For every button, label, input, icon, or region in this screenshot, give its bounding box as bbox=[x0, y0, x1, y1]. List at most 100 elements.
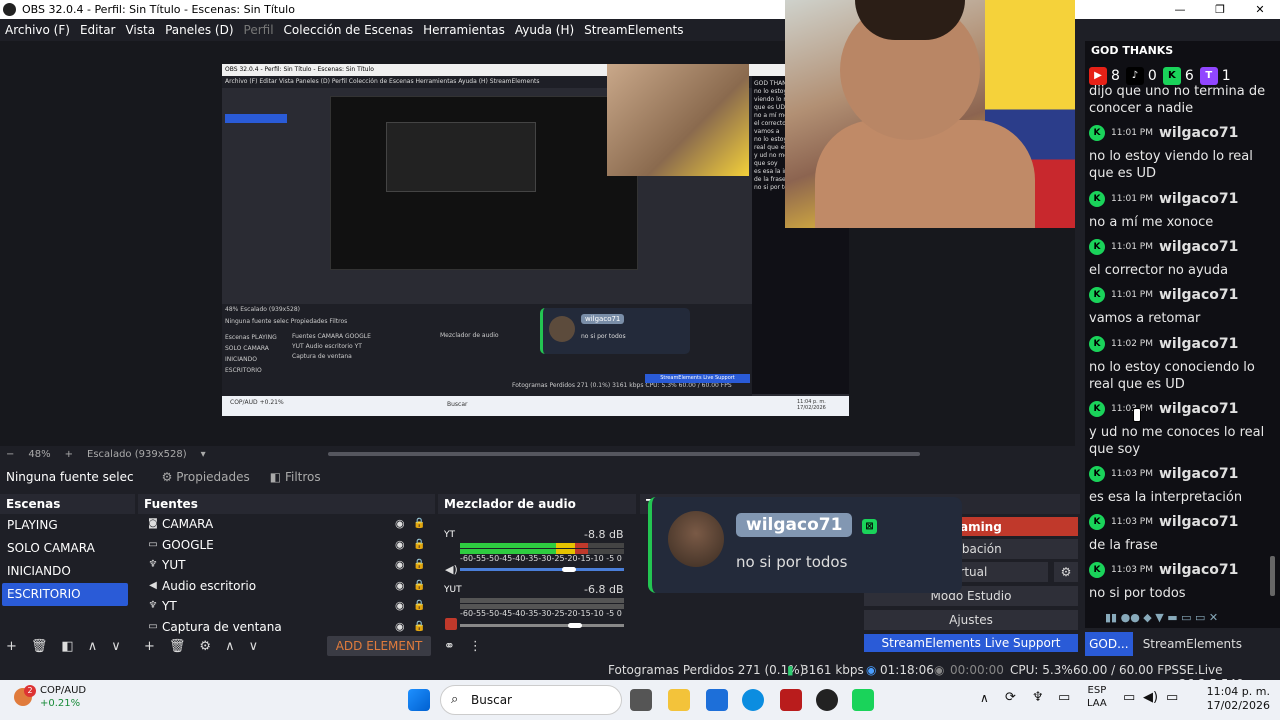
battery-icon[interactable]: ▭ bbox=[1166, 690, 1178, 705]
source-captura-ventana[interactable]: ▭ Captura de ventana ◉ 🔒 bbox=[138, 617, 435, 635]
chevron-up-icon[interactable]: ∧ bbox=[980, 691, 989, 705]
taskbar-search[interactable]: ⌕ Buscar bbox=[440, 685, 622, 715]
move-up-icon[interactable]: ∧ bbox=[225, 639, 235, 654]
source-google[interactable]: ▭ GOOGLE ◉ 🔒 bbox=[138, 535, 435, 556]
language-indicator[interactable]: ESP LAA bbox=[1087, 684, 1107, 710]
scale-dropdown[interactable]: Escalado (939x528) bbox=[87, 449, 187, 460]
menu-tools[interactable]: Herramientas bbox=[423, 23, 505, 37]
stock-widget[interactable]: 2 COP/AUD +0.21% bbox=[14, 684, 86, 710]
network-icon[interactable]: ▭ bbox=[1123, 690, 1135, 705]
move-down-icon[interactable]: ∨ bbox=[249, 639, 259, 654]
source-camara[interactable]: ◙ CAMARA ◉ 🔒 bbox=[138, 514, 435, 535]
chat-user[interactable]: wilgaco71 bbox=[1159, 191, 1238, 207]
source-yt[interactable]: ♆ YT ◉ 🔒 bbox=[138, 596, 435, 617]
zoom-in-button[interactable]: + bbox=[65, 449, 73, 460]
move-up-icon[interactable]: ∧ bbox=[88, 639, 98, 654]
chat-user[interactable]: wilgaco71 bbox=[1159, 287, 1238, 303]
source-audio-escritorio[interactable]: ◀ Audio escritorio ◉ 🔒 bbox=[138, 576, 435, 597]
add-source-button[interactable]: + bbox=[144, 639, 155, 654]
windows-start-icon[interactable] bbox=[408, 689, 430, 711]
minimize-button[interactable]: — bbox=[1160, 3, 1200, 16]
lock-icon[interactable]: 🔒 bbox=[413, 576, 435, 597]
menu-view[interactable]: Vista bbox=[125, 23, 155, 37]
volume-knob-yt[interactable] bbox=[562, 567, 576, 572]
eye-icon[interactable]: ◉ bbox=[395, 596, 413, 617]
volume-knob-yut[interactable] bbox=[568, 623, 582, 628]
scene-filter-icon[interactable]: ◧ bbox=[61, 639, 73, 654]
settings-button[interactable]: Ajustes bbox=[864, 610, 1078, 630]
chat-emote-bar[interactable]: ▮▮ ●● ◆ ▼ ▬ ▭ ▭ ✕ bbox=[1105, 611, 1275, 625]
chat-user[interactable]: wilgaco71 bbox=[1159, 401, 1238, 417]
move-down-icon[interactable]: ∨ bbox=[111, 639, 121, 654]
chat-user[interactable]: wilgaco71 bbox=[1159, 466, 1238, 482]
mic-icon[interactable]: ♆ bbox=[1032, 690, 1044, 705]
chat-time: 11:02 PM bbox=[1111, 339, 1153, 349]
chat-user[interactable]: wilgaco71 bbox=[1159, 125, 1238, 141]
clock[interactable]: 11:04 p. m. 17/02/2026 bbox=[1190, 685, 1270, 713]
lock-icon[interactable]: 🔒 bbox=[413, 596, 435, 617]
lock-icon[interactable]: 🔒 bbox=[413, 555, 435, 576]
gear-icon[interactable]: ⚙ bbox=[1054, 562, 1078, 582]
lock-icon[interactable]: 🔒 bbox=[413, 514, 435, 535]
chat-scrollbar[interactable] bbox=[1270, 556, 1275, 596]
menu-streamelements[interactable]: StreamElements bbox=[584, 23, 683, 37]
live-support-button[interactable]: StreamElements Live Support bbox=[864, 634, 1078, 652]
add-scene-button[interactable]: + bbox=[6, 639, 17, 654]
volume-icon[interactable]: ◀) bbox=[1143, 690, 1158, 705]
close-button[interactable]: ✕ bbox=[1240, 3, 1280, 16]
store-icon[interactable] bbox=[706, 689, 728, 711]
scene-iniciando[interactable]: INICIANDO bbox=[0, 560, 135, 583]
add-element-button[interactable]: ADD ELEMENT bbox=[327, 636, 431, 656]
tab-streamelements-multi[interactable]: StreamElements Multi... bbox=[1133, 632, 1280, 675]
eye-icon[interactable]: ◉ bbox=[395, 555, 413, 576]
lock-icon[interactable]: 🔒 bbox=[413, 617, 435, 635]
mute-icon[interactable] bbox=[445, 618, 457, 630]
menu-edit[interactable]: Editar bbox=[80, 23, 116, 37]
chat-user[interactable]: wilgaco71 bbox=[1159, 562, 1238, 578]
eye-icon[interactable]: ◉ bbox=[395, 617, 413, 635]
maximize-button[interactable]: ❐ bbox=[1200, 3, 1240, 16]
eye-icon[interactable]: ◉ bbox=[395, 514, 413, 535]
streamelements-taskbar-icon[interactable] bbox=[852, 689, 874, 711]
preview-scrollbar[interactable] bbox=[328, 452, 920, 456]
chat-user[interactable]: wilgaco71 bbox=[1159, 514, 1238, 530]
menu-file[interactable]: Archivo (F) bbox=[5, 23, 70, 37]
gear-icon: ⚙ bbox=[161, 470, 173, 484]
app-icon[interactable] bbox=[780, 689, 802, 711]
chat-time: 11:03 PM bbox=[1111, 404, 1153, 414]
trash-icon[interactable]: 🗑 bbox=[169, 639, 186, 654]
tab-god[interactable]: GOD... bbox=[1085, 632, 1133, 656]
trash-icon[interactable]: 🗑 bbox=[31, 639, 48, 654]
edge-icon[interactable] bbox=[742, 689, 764, 711]
properties-button[interactable]: ⚙ Propiedades bbox=[162, 470, 250, 484]
filters-button[interactable]: ◧ Filtros bbox=[270, 470, 321, 484]
eye-icon[interactable]: ◉ bbox=[395, 576, 413, 597]
chevron-down-icon[interactable]: ▾ bbox=[201, 449, 206, 460]
zoom-out-button[interactable]: − bbox=[6, 449, 14, 460]
menu-scene-collection[interactable]: Colección de Escenas bbox=[284, 23, 414, 37]
display-icon[interactable]: ▭ bbox=[1058, 690, 1070, 705]
menu-profile[interactable]: Perfil bbox=[244, 23, 274, 37]
mixer-menu-icon[interactable]: ⋮ bbox=[469, 639, 482, 654]
capture-nested-preview-2 bbox=[386, 122, 536, 192]
menu-help[interactable]: Ayuda (H) bbox=[515, 23, 574, 37]
speaker-icon[interactable]: ◀) bbox=[445, 563, 458, 576]
overlay-username: wilgaco71 bbox=[736, 513, 853, 537]
menu-docks[interactable]: Paneles (D) bbox=[165, 23, 233, 37]
chat-user[interactable]: wilgaco71 bbox=[1159, 239, 1238, 255]
scene-playing[interactable]: PLAYING bbox=[0, 514, 135, 537]
mixer-link-icon[interactable]: ⚭ bbox=[444, 639, 455, 654]
eye-icon[interactable]: ◉ bbox=[395, 535, 413, 556]
refresh-icon[interactable]: ⟳ bbox=[1005, 690, 1016, 705]
lock-icon[interactable]: 🔒 bbox=[413, 535, 435, 556]
source-settings-icon[interactable]: ⚙ bbox=[199, 639, 211, 654]
volume-slider-yut[interactable] bbox=[460, 624, 624, 627]
scene-solo-camara[interactable]: SOLO CAMARA bbox=[0, 537, 135, 560]
chat-user[interactable]: wilgaco71 bbox=[1159, 336, 1238, 352]
obs-taskbar-icon[interactable] bbox=[816, 689, 838, 711]
file-explorer-icon[interactable] bbox=[668, 689, 690, 711]
volume-slider-yt[interactable] bbox=[460, 568, 624, 571]
source-yut[interactable]: ♆ YUT ◉ 🔒 bbox=[138, 555, 435, 576]
scene-escritorio[interactable]: ESCRITORIO bbox=[2, 583, 128, 606]
task-view-icon[interactable] bbox=[630, 689, 652, 711]
